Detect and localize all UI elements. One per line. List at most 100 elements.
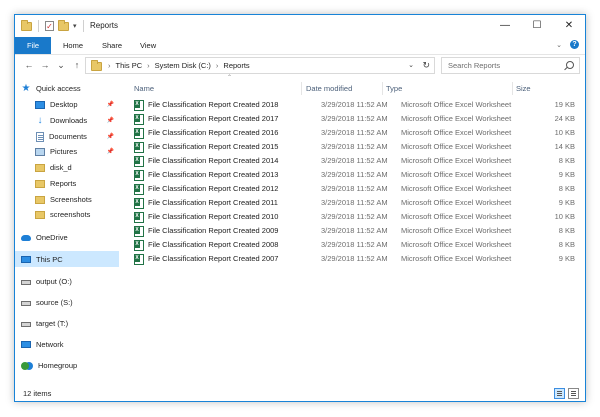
- sidebar-item-desktop[interactable]: Desktop 📌: [15, 97, 119, 112]
- column-header-type[interactable]: Type: [383, 80, 511, 97]
- table-row[interactable]: File Classification Report Created 2009 3…: [131, 224, 577, 238]
- refresh-icon[interactable]: ↻: [422, 58, 430, 73]
- pin-icon[interactable]: 📌: [107, 133, 114, 140]
- forward-button[interactable]: →: [39, 59, 51, 71]
- file-name-cell[interactable]: File Classification Report Created 2015: [134, 140, 314, 154]
- sidebar-item-disk-d[interactable]: disk_d: [15, 160, 119, 175]
- sidebar-item-source-drive[interactable]: source (S:): [15, 295, 119, 310]
- column-header-date[interactable]: Date modified: [303, 80, 383, 97]
- navigation-pane: ★ Quick access Desktop 📌 ↓ Downloads 📌 D…: [15, 80, 119, 385]
- tab-home[interactable]: Home: [53, 37, 93, 54]
- file-size: 14 KB: [554, 142, 575, 151]
- sidebar-item-documents[interactable]: Documents 📌: [15, 129, 119, 144]
- sidebar-item-screenshots[interactable]: Screenshots: [15, 192, 119, 207]
- new-folder-icon[interactable]: [58, 19, 69, 31]
- tab-file[interactable]: File: [15, 37, 51, 54]
- sidebar-item-this-pc[interactable]: This PC: [15, 251, 119, 267]
- toolbar-divider: [82, 20, 84, 32]
- breadcrumb-reports[interactable]: Reports: [223, 58, 249, 73]
- file-name-cell[interactable]: File Classification Report Created 2017: [134, 112, 314, 126]
- minimize-button[interactable]: —: [489, 15, 521, 37]
- file-name-cell[interactable]: File Classification Report Created 2007: [134, 252, 314, 266]
- sidebar-item-label: Downloads: [50, 116, 88, 125]
- sidebar-item-onedrive[interactable]: OneDrive: [15, 230, 119, 245]
- sidebar-item-output-drive[interactable]: output (O:): [15, 274, 119, 289]
- table-row[interactable]: File Classification Report Created 2017 3…: [131, 112, 577, 126]
- file-name-cell[interactable]: File Classification Report Created 2010: [134, 210, 314, 224]
- pin-icon[interactable]: 📌: [107, 148, 114, 155]
- file-name-cell[interactable]: File Classification Report Created 2018: [134, 98, 314, 112]
- location-folder-icon: [91, 60, 102, 71]
- back-button[interactable]: ←: [23, 59, 35, 71]
- large-icons-view-button[interactable]: [568, 388, 579, 399]
- sidebar-item-target-drive[interactable]: target (T:): [15, 316, 119, 331]
- table-row[interactable]: File Classification Report Created 2007 3…: [131, 252, 577, 266]
- sidebar-item-reports[interactable]: Reports: [15, 176, 119, 191]
- file-type: Microsoft Office Excel Worksheet: [401, 198, 512, 207]
- breadcrumb-system-disk[interactable]: System Disk (C:): [155, 58, 211, 73]
- sidebar-item-downloads[interactable]: ↓ Downloads 📌: [15, 113, 119, 128]
- details-view-button[interactable]: [554, 388, 565, 399]
- up-button[interactable]: ↑: [71, 59, 83, 71]
- help-icon[interactable]: ?: [570, 40, 579, 49]
- file-name-cell[interactable]: File Classification Report Created 2016: [134, 126, 314, 140]
- excel-file-icon: [134, 141, 144, 153]
- sidebar-item-label: Homegroup: [38, 361, 78, 370]
- breadcrumb: › This PC › System Disk (C:) › Reports: [108, 58, 250, 73]
- breadcrumb-separator[interactable]: ›: [147, 58, 150, 73]
- navigation-bar: ← → ⌄ ↑ › This PC › System Disk (C:) › R…: [15, 54, 585, 78]
- file-name-cell[interactable]: File Classification Report Created 2009: [134, 224, 314, 238]
- breadcrumb-this-pc[interactable]: This PC: [116, 58, 143, 73]
- sidebar-item-quick-access[interactable]: ★ Quick access: [15, 81, 119, 96]
- excel-file-icon: [134, 183, 144, 195]
- table-row[interactable]: File Classification Report Created 2018 3…: [131, 98, 577, 112]
- sidebar-item-screenshots-lower[interactable]: screenshots: [15, 207, 119, 222]
- table-row[interactable]: File Classification Report Created 2012 3…: [131, 182, 577, 196]
- file-date: 3/29/2018 11:52 AM: [321, 128, 388, 137]
- file-type: Microsoft Office Excel Worksheet: [401, 142, 512, 151]
- pin-icon[interactable]: 📌: [107, 101, 114, 108]
- table-row[interactable]: File Classification Report Created 2008 3…: [131, 238, 577, 252]
- sidebar-item-label: Pictures: [50, 147, 78, 156]
- ribbon-tabs: File Home Share View ⌄ ?: [15, 37, 585, 55]
- recent-locations-chevron-icon[interactable]: ⌄: [55, 59, 67, 71]
- table-row[interactable]: File Classification Report Created 2016 3…: [131, 126, 577, 140]
- file-name-cell[interactable]: File Classification Report Created 2013: [134, 168, 314, 182]
- sidebar-item-network[interactable]: Network: [15, 337, 119, 352]
- sidebar-item-homegroup[interactable]: Homegroup: [15, 358, 119, 373]
- breadcrumb-separator[interactable]: ›: [108, 58, 111, 73]
- file-name-cell[interactable]: File Classification Report Created 2012: [134, 182, 314, 196]
- properties-icon[interactable]: ✓: [45, 21, 54, 31]
- close-button[interactable]: ✕: [553, 15, 585, 37]
- tab-share[interactable]: Share: [92, 37, 132, 54]
- column-header-name[interactable]: Name: [131, 80, 301, 97]
- tab-view[interactable]: View: [130, 37, 166, 54]
- search-input[interactable]: Search Reports: [441, 57, 580, 74]
- address-bar[interactable]: › This PC › System Disk (C:) › Reports ⌄…: [85, 57, 435, 74]
- column-divider[interactable]: [301, 82, 302, 95]
- file-name-cell[interactable]: File Classification Report Created 2008: [134, 238, 314, 252]
- file-name-cell[interactable]: File Classification Report Created 2011: [134, 196, 314, 210]
- pin-icon[interactable]: 📌: [107, 117, 114, 124]
- table-row[interactable]: File Classification Report Created 2011 3…: [131, 196, 577, 210]
- file-name: File Classification Report Created 2013: [148, 170, 279, 179]
- file-type: Microsoft Office Excel Worksheet: [401, 156, 512, 165]
- table-row[interactable]: File Classification Report Created 2014 3…: [131, 154, 577, 168]
- this-pc-icon: [21, 255, 31, 263]
- status-bar: 12 items: [15, 385, 585, 402]
- breadcrumb-separator[interactable]: ›: [216, 58, 219, 73]
- customize-toolbar-chevron-icon[interactable]: ▾: [73, 22, 77, 30]
- table-row[interactable]: File Classification Report Created 2010 3…: [131, 210, 577, 224]
- maximize-button[interactable]: ☐: [521, 15, 553, 37]
- explorer-window: ✓ ▾ Reports — ☐ ✕ File Home Share View ⌄…: [14, 14, 586, 402]
- table-row[interactable]: File Classification Report Created 2013 3…: [131, 168, 577, 182]
- address-dropdown-chevron-icon[interactable]: ⌄: [408, 58, 414, 73]
- file-size: 9 KB: [558, 254, 575, 263]
- table-row[interactable]: File Classification Report Created 2015 3…: [131, 140, 577, 154]
- sidebar-item-label: OneDrive: [36, 233, 68, 242]
- sidebar-item-pictures[interactable]: Pictures 📌: [15, 144, 119, 159]
- column-header-size[interactable]: Size: [513, 80, 573, 97]
- expand-ribbon-chevron-icon[interactable]: ⌄: [556, 41, 562, 49]
- file-name: File Classification Report Created 2008: [148, 240, 279, 249]
- file-name-cell[interactable]: File Classification Report Created 2014: [134, 154, 314, 168]
